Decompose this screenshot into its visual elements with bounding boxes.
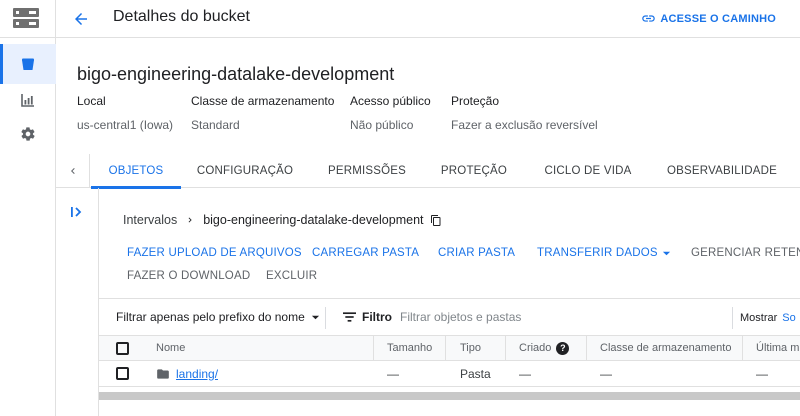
tab-bar: OBJETOS CONFIGURAÇÃO PERMISSÕES PROTEÇÃO…	[56, 154, 800, 189]
table-row[interactable]: landing/ — Pasta — — —	[99, 361, 800, 387]
show-label: Mostrar	[740, 312, 778, 324]
meta-location-label: Local	[77, 94, 106, 108]
filter-input[interactable]: Filtrar objetos e pastas	[400, 310, 521, 324]
column-created[interactable]: Criado ?	[519, 336, 570, 360]
row-size: —	[387, 366, 399, 381]
column-divider	[586, 336, 587, 360]
page-header: Detalhes do bucket ACESSE O CAMINHO	[56, 0, 800, 38]
bucket-name: bigo-engineering-datalake-development	[77, 64, 395, 84]
prefix-filter-select[interactable]: Filtrar apenas pelo prefixo do nome	[116, 310, 320, 324]
page-title: Detalhes do bucket	[113, 8, 250, 25]
column-storage-class[interactable]: Classe de armazenamento	[600, 336, 731, 360]
tab-observability[interactable]: OBSERVABILIDADE	[660, 154, 784, 188]
column-divider	[373, 336, 374, 360]
row-type: Pasta	[460, 366, 491, 381]
dropdown-arrow-icon	[311, 315, 319, 319]
meta-storage-class-value: Standard	[191, 118, 240, 132]
panel-expand-icon	[71, 207, 82, 217]
chevron-left-icon	[70, 168, 75, 174]
arrow-back-icon	[75, 13, 87, 25]
expand-panel-button[interactable]	[67, 202, 87, 222]
breadcrumb-current: bigo-engineering-datalake-development	[203, 213, 424, 227]
filter-list-icon	[343, 312, 356, 322]
tabs-scroll-left-button[interactable]	[56, 154, 90, 188]
cloud-storage-logo-icon	[13, 8, 39, 28]
column-created-label: Criado	[519, 342, 552, 354]
gear-icon	[21, 127, 35, 141]
nav-buckets[interactable]	[0, 44, 56, 84]
download-button[interactable]: FAZER O DOWNLOAD	[127, 270, 250, 282]
column-name[interactable]: Nome	[156, 336, 185, 360]
show-option: Mostrar So	[740, 312, 796, 324]
meta-public-access: Acesso público Não público	[350, 94, 431, 132]
row-created: —	[519, 366, 531, 381]
meta-storage-class-label: Classe de armazenamento	[191, 94, 335, 108]
nav-settings[interactable]	[0, 114, 56, 154]
folder-link[interactable]: landing/	[176, 367, 218, 381]
column-divider	[742, 336, 743, 360]
column-size[interactable]: Tamanho	[387, 336, 432, 360]
copy-icon[interactable]	[430, 214, 442, 227]
row-last-modified: —	[756, 366, 768, 381]
meta-public-access-value: Não público	[350, 118, 414, 132]
horizontal-scrollbar[interactable]	[99, 392, 800, 400]
upload-files-button[interactable]: FAZER UPLOAD DE ARQUIVOS	[127, 247, 302, 259]
help-icon[interactable]: ?	[556, 341, 570, 355]
meta-location: Local us-central1 (Iowa)	[77, 94, 173, 132]
manage-retention-button[interactable]: GERENCIAR RETENÇ	[691, 247, 800, 259]
back-button[interactable]	[68, 6, 94, 32]
tab-configuration[interactable]: CONFIGURAÇÃO	[192, 154, 298, 188]
row-storage-class: —	[600, 366, 612, 381]
tab-permissions[interactable]: PERMISSÕES	[322, 154, 412, 188]
column-divider	[445, 336, 446, 360]
filter-label: Filtro	[362, 310, 392, 324]
chevron-right-icon	[185, 215, 195, 225]
column-divider	[505, 336, 506, 360]
breadcrumb: Intervalos bigo-engineering-datalake-dev…	[123, 213, 442, 227]
meta-protection-value: Fazer a exclusão reversível	[451, 118, 598, 132]
folder-tree-rail	[56, 188, 99, 416]
bucket-icon	[22, 58, 34, 70]
meta-protection: Proteção Fazer a exclusão reversível	[451, 94, 598, 132]
transfer-data-label: TRANSFERIR DADOS	[537, 247, 658, 259]
filter-bar: Filtrar apenas pelo prefixo do nome Filt…	[99, 298, 800, 336]
show-option-link[interactable]: So	[782, 312, 795, 324]
upload-folder-button[interactable]: CARREGAR PASTA	[312, 247, 419, 259]
table-header: Nome Tamanho Tipo Criado ? Classe de arm…	[99, 336, 800, 361]
row-name-cell: landing/	[156, 361, 218, 386]
access-path-button[interactable]: ACESSE O CAMINHO	[641, 11, 776, 26]
dropdown-arrow-icon	[662, 251, 670, 255]
divider	[325, 307, 326, 329]
filter-button[interactable]: Filtro	[343, 310, 392, 324]
transfer-data-button[interactable]: TRANSFERIR DADOS	[537, 247, 671, 259]
meta-location-value: us-central1 (Iowa)	[77, 118, 174, 132]
meta-protection-label: Proteção	[451, 94, 500, 108]
tab-objects[interactable]: OBJETOS	[91, 154, 181, 189]
access-path-label: ACESSE O CAMINHO	[660, 12, 776, 25]
row-checkbox[interactable]	[116, 361, 129, 386]
column-last-modified[interactable]: Última m	[756, 336, 800, 360]
bar-chart-icon	[21, 94, 34, 107]
create-folder-button[interactable]: CRIAR PASTA	[438, 247, 515, 259]
tab-protection[interactable]: PROTEÇÃO	[434, 154, 514, 188]
folder-icon	[157, 368, 169, 379]
left-nav-rail	[0, 0, 56, 416]
meta-storage-class: Classe de armazenamento Standard	[191, 94, 334, 132]
divider	[732, 307, 733, 329]
meta-public-access-label: Acesso público	[350, 94, 431, 108]
prefix-filter-label: Filtrar apenas pelo prefixo do nome	[116, 310, 305, 324]
tab-lifecycle[interactable]: CICLO DE VIDA	[538, 154, 638, 188]
breadcrumb-root[interactable]: Intervalos	[123, 213, 177, 227]
delete-button[interactable]: EXCLUIR	[266, 270, 317, 282]
product-logo-area	[0, 0, 56, 38]
column-type[interactable]: Tipo	[460, 336, 481, 360]
select-all-checkbox[interactable]	[116, 336, 129, 360]
link-icon	[642, 15, 656, 22]
